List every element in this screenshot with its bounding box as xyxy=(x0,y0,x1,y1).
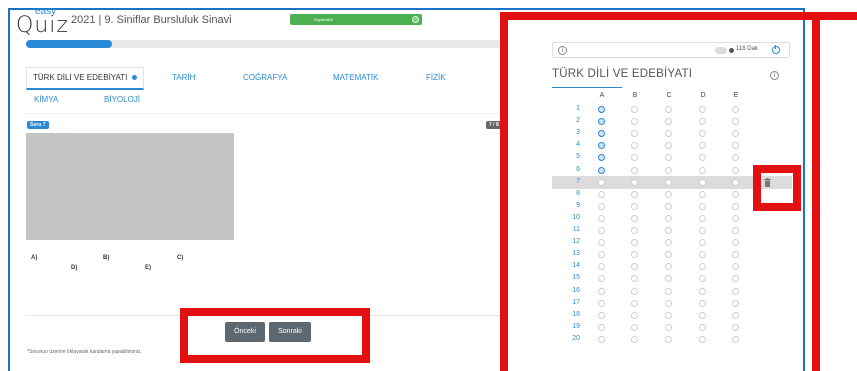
tabs-divider xyxy=(26,113,502,114)
highlight-box-navigation xyxy=(180,308,370,363)
option-d[interactable]: D) xyxy=(71,265,77,271)
tab-biyoloji[interactable]: BİYOLOJİ xyxy=(104,95,140,104)
option-b[interactable]: B) xyxy=(103,255,109,261)
tab-kimya[interactable]: KİMYA xyxy=(34,95,58,104)
save-status-button[interactable]: Kaydedildi xyxy=(290,14,422,25)
easyquiz-logo: easy Quiz xyxy=(16,6,68,37)
logo-main-text: Quiz xyxy=(16,13,69,38)
tab-matematik[interactable]: MATEMATİK xyxy=(333,73,378,82)
save-status-label: Kaydedildi xyxy=(314,17,333,22)
option-a[interactable]: A) xyxy=(31,255,37,261)
question-number-badge: Soru 7 xyxy=(27,121,49,129)
progress-bar xyxy=(26,40,501,48)
status-dot-icon xyxy=(412,16,419,23)
highlight-box-top-extension xyxy=(800,12,857,20)
tab-label: TÜRK DİLİ VE EDEBİYATI xyxy=(33,73,128,82)
tab-turk-dili[interactable]: TÜRK DİLİ VE EDEBİYATI xyxy=(26,67,145,90)
tab-fizik[interactable]: FİZİK xyxy=(426,73,446,82)
highlight-box-trash xyxy=(753,165,801,211)
option-c[interactable]: C) xyxy=(177,255,183,261)
tab-cografya[interactable]: COĞRAFYA xyxy=(243,73,287,82)
scratch-footnote: *Sorunun üzerine tıklayarak karalama yap… xyxy=(27,349,142,355)
tab-tarih[interactable]: TARİH xyxy=(172,73,195,82)
option-e[interactable]: E) xyxy=(145,265,151,271)
progress-fill xyxy=(26,40,112,48)
exam-title: 2021 | 9. Siniflar Bursluluk Sinavi xyxy=(71,14,232,26)
question-image[interactable] xyxy=(26,133,234,240)
chevron-down-icon xyxy=(132,75,138,81)
